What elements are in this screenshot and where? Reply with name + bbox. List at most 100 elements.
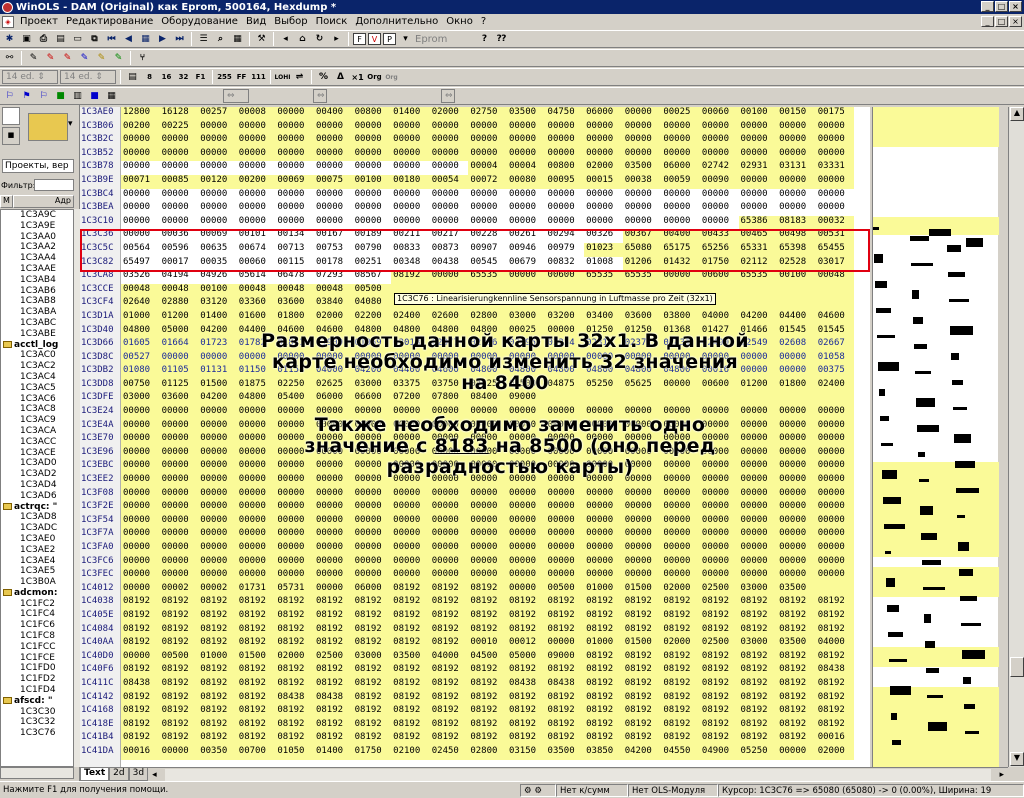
hex-cell[interactable]: 08192 <box>429 596 469 610</box>
hex-cell[interactable]: 00000 <box>584 569 623 583</box>
hex-cell[interactable]: 02450 <box>429 745 469 760</box>
tree-leaf[interactable]: 1C3ABE <box>1 329 73 340</box>
hex-cell[interactable]: 08192 <box>121 691 160 706</box>
hex-cell[interactable]: 00000 <box>275 555 314 570</box>
hex-cell[interactable]: 08192 <box>429 609 469 624</box>
hex-cell[interactable]: 08192 <box>198 705 237 719</box>
hex-cell[interactable]: 00000 <box>468 487 507 502</box>
hex-cell[interactable]: 01200 <box>159 310 199 325</box>
hex-cell[interactable]: 08192 <box>391 705 430 719</box>
hex-cell[interactable]: 02800 <box>468 745 507 760</box>
hex-cell[interactable]: 00000 <box>352 134 392 148</box>
hex-cell[interactable]: 08192 <box>699 732 739 746</box>
hex-cell[interactable]: 03500 <box>777 582 816 597</box>
hex-cell[interactable]: 00000 <box>237 202 276 216</box>
menu-item[interactable]: Поиск <box>312 16 352 27</box>
hex-cell[interactable] <box>815 297 855 311</box>
hex-cell[interactable]: 08192 <box>584 705 623 719</box>
hex-cell[interactable] <box>815 582 855 597</box>
col-addr[interactable]: Адр <box>12 195 74 208</box>
hex-cell[interactable]: 00000 <box>313 542 353 556</box>
hex-cell[interactable]: 00000 <box>391 161 430 175</box>
hex-cell[interactable]: 08192 <box>198 637 237 651</box>
hex-cell[interactable]: 00038 <box>622 174 662 189</box>
tree-folder[interactable]: adcmon: <box>1 588 73 599</box>
tools-icon[interactable]: ⚒ <box>254 32 269 46</box>
mdi-close-button[interactable]: × <box>1009 16 1022 27</box>
menu-item[interactable]: Дополнительно <box>351 16 442 27</box>
tree-folder[interactable]: afscd: " <box>1 696 73 707</box>
hex-cell[interactable]: 02000 <box>815 745 855 760</box>
hex-cell[interactable]: 08192 <box>661 664 700 678</box>
hex-cell[interactable]: 00000 <box>815 501 855 515</box>
hex-vscrollbar[interactable]: ▲ ▼ <box>1008 107 1024 767</box>
hex-cell[interactable] <box>584 392 623 407</box>
hex-cell[interactable]: 08192 <box>352 637 392 651</box>
hex-cell[interactable]: 00000 <box>236 569 276 583</box>
tree-leaf[interactable]: 1C3C76 <box>1 728 73 739</box>
hex-cell[interactable]: 02500 <box>699 637 739 651</box>
hex-cell[interactable]: 08400 <box>468 392 507 407</box>
p-icon[interactable]: P <box>383 33 396 45</box>
hex-cell[interactable]: 00000 <box>468 501 507 515</box>
hex-cell[interactable]: 00000 <box>584 147 623 162</box>
hex-cell[interactable]: 08192 <box>584 732 623 746</box>
hex-cell[interactable]: 00000 <box>661 555 700 570</box>
hex-cell[interactable]: 00000 <box>198 555 237 570</box>
hex-cell[interactable]: 08192 <box>661 623 700 638</box>
hex-cell[interactable]: 00000 <box>391 542 430 556</box>
hex-cell[interactable]: 00000 <box>430 161 469 175</box>
hex-cell[interactable]: 08192 <box>738 705 778 719</box>
hex-cell[interactable]: 08192 <box>313 623 353 638</box>
hex-cell[interactable]: 00000 <box>468 528 507 542</box>
hex-cell[interactable]: 08192 <box>815 623 855 638</box>
hex-cell[interactable]: 08192 <box>815 677 855 692</box>
hex-cell[interactable]: 00000 <box>545 569 585 583</box>
tab-2d[interactable]: 2d <box>109 768 129 781</box>
hex-cell[interactable]: 12800 <box>121 107 160 121</box>
hex-cell[interactable]: 01000 <box>584 637 623 651</box>
tree-leaf[interactable]: 1C1FC2 <box>1 599 73 610</box>
hex-cell[interactable]: 05000 <box>506 650 546 665</box>
table-icon[interactable]: ▦ <box>230 32 245 46</box>
tree-leaf[interactable]: 1C1FC4 <box>1 609 73 620</box>
hex-cell[interactable]: 08192 <box>738 677 778 692</box>
hex-cell[interactable]: 08192 <box>815 596 855 610</box>
hex-cell[interactable]: 00000 <box>275 501 314 515</box>
hex-cell[interactable]: 04200 <box>198 392 237 407</box>
hex-cell[interactable]: 00000 <box>545 637 585 651</box>
tree-leaf[interactable]: 1C3AA2 <box>1 242 73 253</box>
hex-cell[interactable]: 00000 <box>121 528 160 542</box>
tree-hscrollbar[interactable] <box>0 767 74 779</box>
hex-cell[interactable]: 00000 <box>430 216 469 230</box>
hex-cell[interactable]: 00000 <box>352 569 392 583</box>
hex-cell[interactable]: 00016 <box>121 745 160 760</box>
float-icon[interactable]: F1 <box>193 70 208 84</box>
hex-cell[interactable]: 00000 <box>198 569 237 583</box>
hex-cell[interactable]: 08192 <box>468 582 507 597</box>
hex-cell[interactable]: 00000 <box>198 542 237 556</box>
hex-cell[interactable]: 00000 <box>159 501 199 515</box>
hex-cell[interactable]: 00085 <box>159 174 199 189</box>
hex-cell[interactable]: 00100 <box>352 174 392 189</box>
hex-cell[interactable]: 08183 <box>777 215 816 230</box>
hex-cell[interactable]: 08192 <box>468 596 507 610</box>
hex-cell[interactable]: 00000 <box>699 487 739 502</box>
hex-cell[interactable]: 00000 <box>661 528 700 542</box>
forward-icon[interactable]: ▸ <box>329 32 344 46</box>
hex-cell[interactable]: 08192 <box>468 705 507 719</box>
hex-cell[interactable]: 08192 <box>313 677 353 692</box>
hex-cell[interactable]: 03500 <box>545 745 585 760</box>
hex-cell[interactable]: 00000 <box>545 555 585 570</box>
hex-cell[interactable]: 08192 <box>275 677 314 692</box>
hex-cell[interactable]: 08192 <box>815 691 855 706</box>
hex-cell[interactable]: 00000 <box>160 216 199 230</box>
hex-cell[interactable]: 00000 <box>622 134 662 148</box>
menu-item[interactable]: Выбор <box>270 16 311 27</box>
hex-cell[interactable]: 00000 <box>699 569 739 583</box>
hex-cell[interactable]: 08192 <box>236 732 276 746</box>
hex-cell[interactable]: 00000 <box>275 514 314 529</box>
hex-cell[interactable]: 00000 <box>468 514 507 529</box>
hex-cell[interactable]: 00000 <box>121 487 160 502</box>
hex-cell[interactable]: 08192 <box>777 623 816 638</box>
